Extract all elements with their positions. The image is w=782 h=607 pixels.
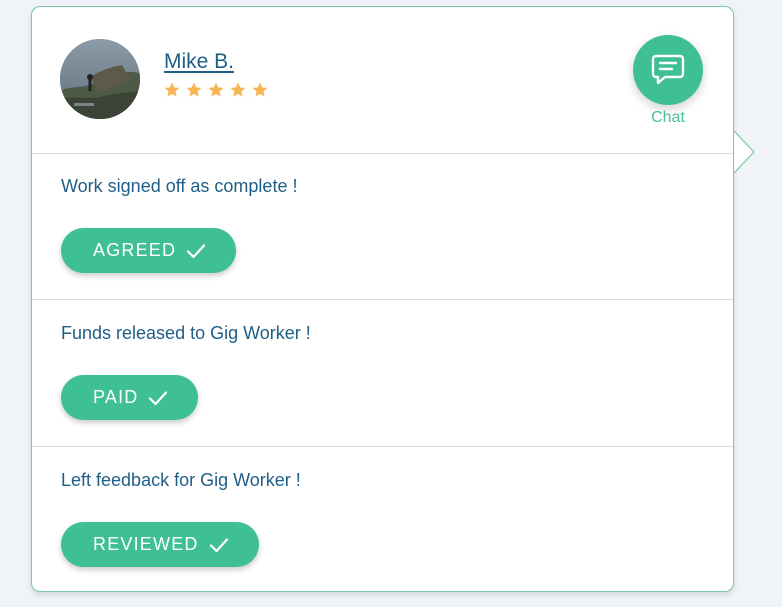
star-icon	[230, 82, 246, 97]
status-label: AGREED	[93, 240, 177, 260]
chat-label: Chat	[651, 109, 685, 126]
step-description: Work signed off as complete !	[61, 176, 298, 196]
user-name-link[interactable]: Mike B.	[164, 50, 234, 74]
step-reviewed: Left feedback for Gig Worker ! REVIEWED	[32, 448, 733, 594]
avatar[interactable]	[60, 39, 140, 119]
star-icon	[186, 82, 202, 97]
step-agreed: Work signed off as complete ! AGREED	[32, 154, 733, 300]
status-label: REVIEWED	[93, 534, 199, 554]
chat-button[interactable]	[633, 35, 703, 105]
timeline-card: Mike B. Chat Work signed off as complete…	[31, 6, 734, 592]
star-icon	[164, 82, 180, 97]
reviewed-button[interactable]: REVIEWED	[61, 522, 259, 567]
checkmark-icon	[149, 390, 168, 405]
agreed-button[interactable]: AGREED	[61, 228, 237, 273]
step-description: Funds released to Gig Worker !	[61, 323, 311, 343]
checkmark-icon	[209, 537, 228, 552]
checkmark-icon	[187, 243, 206, 258]
card-header: Mike B. Chat	[32, 7, 733, 154]
star-icon	[208, 82, 224, 97]
star-icon	[252, 82, 268, 97]
status-label: PAID	[93, 387, 139, 407]
paid-button[interactable]: PAID	[61, 375, 199, 420]
rating-stars	[163, 81, 269, 99]
step-paid: Funds released to Gig Worker ! PAID	[32, 301, 733, 447]
chat-bubble-icon	[651, 54, 685, 85]
step-description: Left feedback for Gig Worker !	[61, 470, 301, 490]
